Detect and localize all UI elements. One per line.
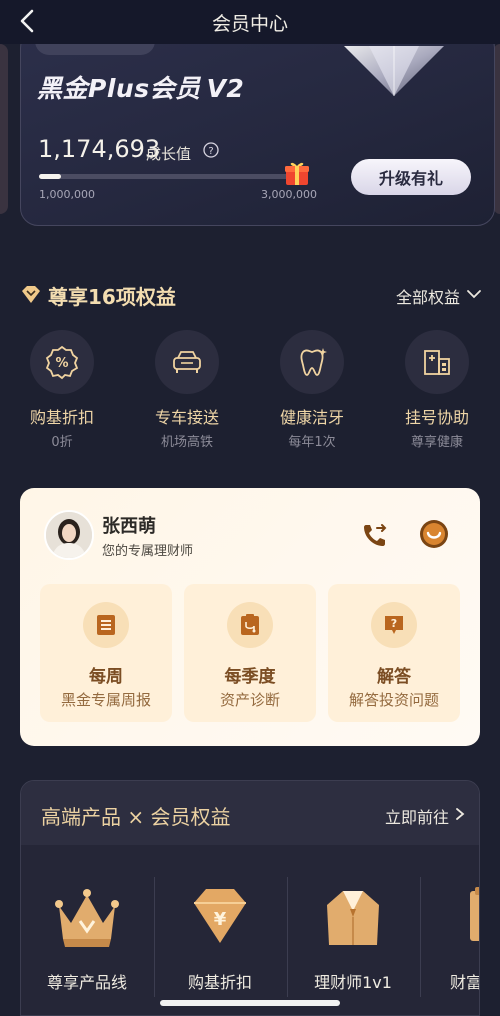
report-icon: [97, 615, 115, 635]
crown-icon: [55, 889, 119, 947]
benefit-name: 专车接送: [154, 408, 219, 427]
service-desc: 解答投资问题: [348, 691, 439, 709]
benefits-header: 尊享16项权益 全部权益: [20, 280, 482, 310]
top-bar: 会员中心: [0, 0, 500, 44]
product-fund-discount[interactable]: ¥ 购基折扣: [154, 881, 286, 993]
service-icon-wrap: ?: [371, 602, 417, 648]
chat-icon: [420, 520, 448, 548]
benefit-car-service[interactable]: 专车接送 机场高铁: [127, 330, 247, 450]
benefit-sub: 尊享健康: [410, 435, 463, 450]
product-exclusive-line[interactable]: 尊享产品线: [21, 881, 153, 993]
growth-label: 成长值: [146, 145, 192, 163]
growth-value: 1,174,693: [38, 135, 161, 163]
goto-link[interactable]: 立即前往: [385, 804, 449, 828]
product-name: 尊享产品线: [46, 973, 127, 992]
service-desc: 黑金专属周报: [60, 691, 151, 709]
svg-text:?: ?: [208, 146, 213, 157]
benefit-fund-discount[interactable]: % 购基折扣 0折: [2, 330, 122, 450]
heart-diamond-icon: [22, 286, 40, 303]
product-wealth[interactable]: 财富: [420, 881, 480, 993]
benefit-name: 购基折扣: [29, 408, 94, 427]
tooth-icon: [300, 348, 327, 376]
benefit-sub: 每年1次: [288, 435, 336, 450]
service-icon-wrap: [227, 602, 273, 648]
document-icon: [470, 887, 479, 941]
level-badge: V2: [206, 74, 245, 103]
benefit-name: 挂号协助: [404, 408, 469, 427]
benefit-icon-wrap: [405, 330, 469, 394]
level-title: 黑金Plus会员 V2: [37, 69, 244, 105]
service-icon-wrap: [83, 602, 129, 648]
home-indicator: [160, 1000, 340, 1006]
benefit-sub: 0折: [51, 435, 73, 450]
page-title: 会员中心: [211, 12, 288, 35]
suit-icon: [327, 891, 379, 945]
svg-text:?: ?: [391, 617, 397, 630]
benefit-icon-wrap: [280, 330, 344, 394]
car-icon: [173, 351, 201, 373]
hospital-icon: [424, 350, 450, 375]
service-desc: 资产诊断: [219, 691, 280, 709]
advisor-name: 张西萌: [102, 516, 156, 537]
benefits-title: 尊享16项权益: [48, 285, 176, 309]
product-name: 购基折扣: [187, 973, 252, 992]
products-section: 高端产品 × 会员权益 立即前往 尊享产品线 ¥ 购基折扣 理财师1v1 财富: [20, 780, 480, 1016]
benefit-icon-wrap: %: [30, 330, 94, 394]
benefit-icon-wrap: [155, 330, 219, 394]
service-title: 每季度: [224, 667, 276, 687]
growth-progress-fill: [39, 174, 62, 179]
product-name: 财富: [450, 973, 480, 992]
percent-badge-icon: %: [45, 345, 79, 380]
member-level-card[interactable]: 黑金Plus会员 V2 1,174,693 成长值 ? 1,000,000 3,0…: [20, 30, 495, 226]
help-icon[interactable]: ?: [203, 142, 219, 158]
gift-icon: [285, 162, 309, 185]
product-advisor-1v1[interactable]: 理财师1v1: [287, 881, 419, 993]
progress-max: 3,000,000: [261, 188, 317, 201]
diamond-yen-icon: ¥: [194, 889, 246, 943]
progress-min: 1,000,000: [39, 188, 95, 201]
benefit-registration[interactable]: 挂号协助 尊享健康: [377, 330, 497, 450]
advisor-card: 张西萌 您的专属理财师 每周 黑金专属周报 每季度 资产诊断 ? 解答 解答投资…: [20, 488, 480, 746]
growth-progress-bar: [39, 174, 294, 179]
question-icon: ?: [385, 616, 403, 634]
upgrade-button[interactable]: 升级有礼: [351, 159, 471, 195]
benefit-sub: 机场高铁: [160, 435, 213, 450]
phone-call-button[interactable]: [360, 520, 390, 550]
benefit-dental[interactable]: 健康洁牙 每年1次: [252, 330, 372, 450]
all-benefits-link[interactable]: 全部权益: [396, 284, 460, 308]
svg-text:%: %: [55, 356, 68, 371]
back-chevron-icon[interactable]: [14, 6, 44, 36]
product-name: 理财师1v1: [314, 973, 392, 992]
svg-text:¥: ¥: [214, 909, 227, 930]
chevron-right-icon[interactable]: [453, 807, 467, 821]
service-title: 解答: [377, 667, 411, 687]
prev-card-peek[interactable]: [0, 44, 8, 214]
service-title: 每周: [89, 667, 123, 687]
products-title: 高端产品 × 会员权益: [41, 805, 231, 829]
benefit-name: 健康洁牙: [279, 408, 344, 427]
diagnosis-icon: [241, 614, 259, 635]
chevron-down-icon[interactable]: [466, 286, 482, 302]
level-name: 黑金Plus会员: [37, 74, 201, 103]
phone-icon: [364, 524, 387, 546]
service-weekly-report[interactable]: 每周 黑金专属周报: [40, 584, 172, 722]
advisor-role: 您的专属理财师: [102, 544, 194, 559]
service-qa[interactable]: ? 解答 解答投资问题: [328, 584, 460, 722]
avatar[interactable]: [44, 510, 94, 560]
chat-button[interactable]: [418, 518, 450, 550]
service-asset-diagnosis[interactable]: 每季度 资产诊断: [184, 584, 316, 722]
